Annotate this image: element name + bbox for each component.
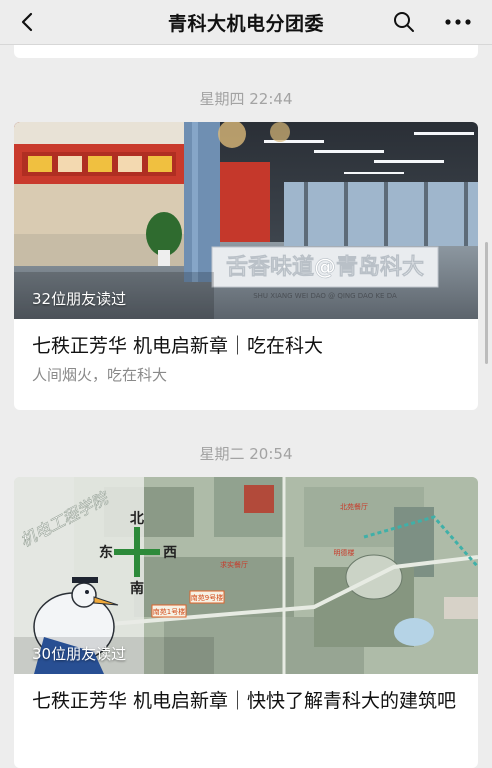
- article-title[interactable]: 七秩正芳华 机电启新章｜吃在科大: [32, 333, 460, 360]
- top-bar: 青科大机电分团委: [0, 0, 492, 45]
- chevron-left-icon: [21, 12, 33, 32]
- back-button[interactable]: [10, 0, 46, 44]
- reads-count: 32位朋友读过: [32, 290, 127, 308]
- more-horizontal-icon: [445, 19, 471, 25]
- article-subtitle: 人间烟火，吃在科大: [32, 366, 168, 384]
- compass-east-label: 东: [99, 544, 113, 561]
- article-cover-image[interactable]: 机电工程学院 北 东 西 南 南苑1号楼 南苑9号楼 北苑餐厅 明德楼 求实餐厅…: [14, 477, 478, 674]
- reads-count: 30位朋友读过: [32, 645, 127, 663]
- compass-south-label: 南: [130, 580, 144, 597]
- scrollbar[interactable]: [485, 242, 488, 364]
- search-button[interactable]: [386, 0, 422, 44]
- cafeteria-sign-pinyin: SHU XIANG WEI DAO @ QING DAO KE DA: [253, 292, 397, 300]
- timestamp: 星期四 22:44: [199, 90, 293, 108]
- article-card[interactable]: 舌香味道@青岛科大 SHU XIANG WEI DAO @ QING DAO K…: [14, 122, 478, 410]
- article-card[interactable]: 机电工程学院 北 东 西 南 南苑1号楼 南苑9号楼 北苑餐厅 明德楼 求实餐厅…: [14, 477, 478, 768]
- article-title[interactable]: 七秩正芳华 机电启新章｜快快了解青科大的建筑吧: [32, 688, 460, 715]
- compass-west-label: 西: [163, 545, 177, 561]
- map-label: 求实餐厅: [220, 560, 248, 569]
- timestamp: 星期二 20:54: [199, 445, 293, 463]
- map-label: 北苑餐厅: [340, 502, 368, 511]
- map-label: 南苑9号楼: [191, 593, 223, 602]
- article-cover-image[interactable]: 舌香味道@青岛科大 SHU XIANG WEI DAO @ QING DAO K…: [14, 122, 478, 319]
- compass-north-label: 北: [130, 511, 144, 527]
- page-title: 青科大机电分团委: [167, 12, 324, 35]
- more-button[interactable]: [436, 0, 480, 44]
- search-icon: [394, 12, 414, 32]
- article-feed-page: 青科大机电分团委 星期四 22:44 舌香味道@青岛科大 SHU XIANG W…: [0, 0, 492, 768]
- cafeteria-sign-text: 舌香味道@青岛科大: [226, 254, 424, 280]
- map-label: 南苑1号楼: [153, 607, 185, 616]
- map-label: 明德楼: [334, 548, 355, 557]
